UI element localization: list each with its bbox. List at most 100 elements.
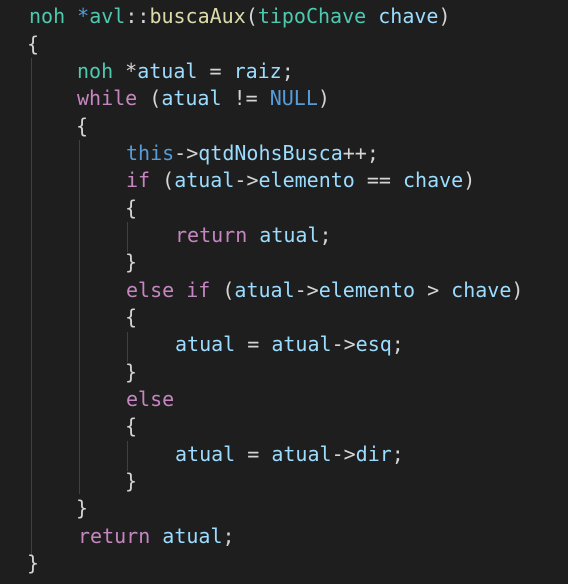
code-line-13[interactable]: atual = atual->esq;: [175, 331, 404, 358]
token-class: avl: [89, 4, 126, 28]
token-operator: !=: [221, 86, 270, 110]
token-brace: }: [125, 469, 138, 493]
token-paren: (: [245, 4, 258, 28]
token-type: tipoChave: [257, 4, 367, 28]
code-line-9[interactable]: return atual;: [175, 222, 332, 249]
token-arrow: ->: [234, 168, 259, 192]
token-brace: }: [76, 496, 89, 520]
indent-guide: [127, 441, 128, 471]
token-semicolon: ;: [391, 442, 404, 466]
token-keyword: return: [175, 223, 248, 247]
token-arrow: ->: [174, 141, 199, 165]
token-variable: atual: [271, 332, 332, 356]
code-line-14[interactable]: }: [125, 359, 137, 386]
token-paren: (: [150, 168, 175, 192]
token-paren: ): [463, 168, 476, 192]
token-semicolon: ;: [319, 223, 332, 247]
code-line-1[interactable]: noh *avl::buscaAux(tipoChave chave): [29, 3, 451, 30]
code-line-16[interactable]: {: [125, 413, 137, 440]
token-variable: atual: [259, 223, 320, 247]
token-keyword: return: [78, 524, 151, 548]
token-variable: atual: [161, 86, 222, 110]
token-paren: ): [438, 4, 451, 28]
token-variable: atual: [175, 442, 236, 466]
token-paren: ): [511, 278, 524, 302]
token-variable: atual: [174, 168, 235, 192]
token-operator: ++;: [342, 141, 379, 165]
code-line-7[interactable]: if (atual->elemento == chave): [126, 167, 475, 194]
token-keyword: else: [126, 387, 175, 411]
token-operator: ==: [354, 168, 403, 192]
token-pointer: *: [113, 59, 138, 83]
token-brace: {: [125, 305, 138, 329]
token-member: elemento: [318, 278, 416, 302]
code-line-21[interactable]: }: [27, 550, 39, 577]
indent-guide: [31, 58, 32, 556]
token-arrow: ->: [294, 278, 319, 302]
indent-guide: [127, 222, 128, 252]
token-variable: atual: [234, 278, 295, 302]
token-variable: atual: [271, 442, 332, 466]
token-brace: {: [125, 196, 138, 220]
code-line-10[interactable]: }: [125, 249, 137, 276]
code-line-17[interactable]: atual = atual->dir;: [175, 441, 404, 468]
token-variable: atual: [162, 524, 223, 548]
token-paren: (: [137, 86, 162, 110]
token-paren: (: [210, 278, 235, 302]
token-brace: {: [76, 114, 89, 138]
token-brace: {: [125, 414, 138, 438]
code-line-3[interactable]: noh *atual = raiz;: [77, 58, 294, 85]
code-line-15[interactable]: else: [126, 386, 174, 413]
code-line-19[interactable]: }: [76, 495, 88, 522]
indent-guide: [127, 332, 128, 362]
token-keyword: if: [186, 278, 211, 302]
code-line-4[interactable]: while (atual != NULL): [77, 85, 330, 112]
token-operator: >: [415, 278, 452, 302]
token-pointer: *: [65, 4, 90, 28]
token-brace: }: [125, 250, 138, 274]
token-operator: =: [235, 442, 272, 466]
code-line-2[interactable]: {: [27, 31, 39, 58]
token-variable: chave: [403, 168, 464, 192]
token-scope: ::: [125, 4, 150, 28]
token-semicolon: ;: [391, 332, 404, 356]
code-line-5[interactable]: {: [76, 113, 88, 140]
token-operator: =: [197, 59, 234, 83]
token-variable: atual: [175, 332, 236, 356]
token-variable: raiz: [233, 59, 282, 83]
token-semicolon: ;: [222, 524, 235, 548]
code-line-18[interactable]: }: [125, 468, 137, 495]
token-brace: }: [27, 551, 40, 575]
token-keyword: this: [126, 141, 175, 165]
token-variable: atual: [137, 59, 198, 83]
token-variable: chave: [451, 278, 512, 302]
code-line-8[interactable]: {: [125, 195, 137, 222]
code-line-20[interactable]: return atual;: [78, 523, 235, 550]
token-keyword: else: [126, 278, 175, 302]
token-function: buscaAux: [149, 4, 246, 28]
token-arrow: ->: [331, 442, 356, 466]
token-paren: ): [317, 86, 330, 110]
code-line-12[interactable]: {: [125, 304, 137, 331]
token-member: esq: [355, 332, 392, 356]
token-type: noh: [29, 4, 66, 28]
token-member: elemento: [258, 168, 355, 192]
code-editor[interactable]: noh *avl::buscaAux(tipoChave chave) { no…: [0, 0, 568, 584]
token-operator: =: [235, 332, 272, 356]
token-semicolon: ;: [281, 59, 294, 83]
code-line-6[interactable]: this->qtdNohsBusca++;: [126, 140, 379, 167]
token-type: noh: [77, 59, 114, 83]
indent-guide: [79, 140, 80, 494]
token-constant: NULL: [269, 86, 318, 110]
code-line-11[interactable]: else if (atual->elemento > chave): [126, 277, 523, 304]
token-member: qtdNohsBusca: [198, 141, 343, 165]
token-member: dir: [355, 442, 392, 466]
token-brace: {: [27, 32, 40, 56]
token-keyword: if: [126, 168, 151, 192]
token-keyword: while: [77, 86, 138, 110]
token-param: chave: [378, 4, 439, 28]
